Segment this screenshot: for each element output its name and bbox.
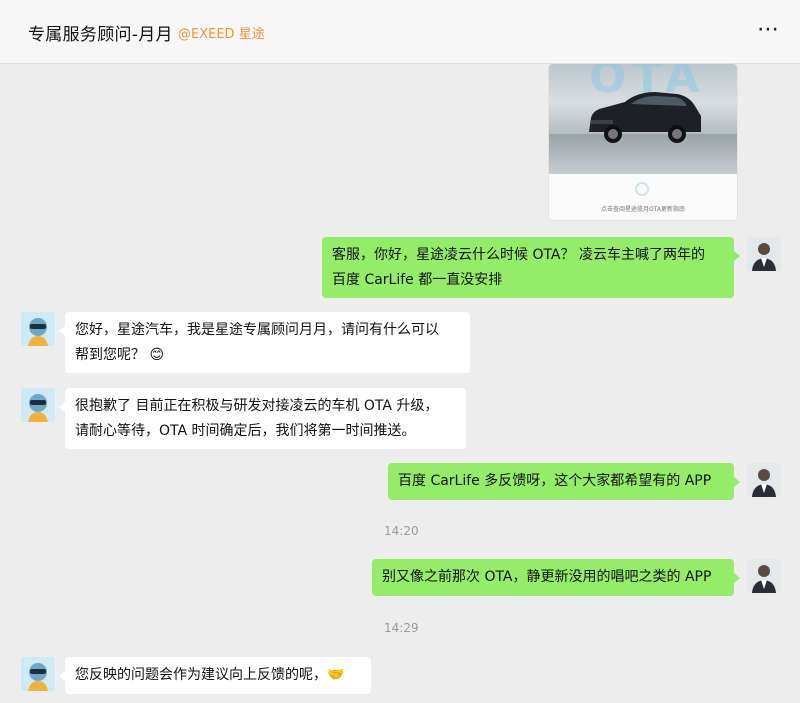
avatar[interactable] bbox=[747, 463, 781, 497]
message-line: 别又像之前那次 OTA，静更新没用的唱吧之类的 APP bbox=[382, 569, 712, 585]
image-message[interactable]: OTA 点击查阅星途揽月OTA更新指南 bbox=[549, 64, 737, 220]
smile-emoji-icon: 😊 bbox=[149, 347, 165, 363]
chat-header: 专属服务顾问-月月 @EXEED 星途 ⋯ bbox=[0, 0, 800, 64]
message-bubble[interactable]: 百度 CarLife 多反馈呀，这个大家都希望有的 APP bbox=[388, 463, 740, 500]
avatar[interactable] bbox=[21, 388, 55, 422]
message-line: 您好，星途汽车，我是星途专属顾问月月，请问有什么可以 bbox=[75, 322, 439, 338]
message-line: 很抱歉了 目前正在积极与研发对接凌云的车机 OTA 升级， bbox=[75, 398, 439, 414]
car-icon bbox=[589, 92, 701, 143]
timestamp: 14:29 bbox=[384, 621, 419, 635]
message-bubble[interactable]: 客服，你好，星途凌云什么时候 OTA？ 凌云车主喊了两年的 百度 CarLife… bbox=[322, 237, 740, 298]
company-tag[interactable]: @EXEED 星途 bbox=[178, 23, 265, 42]
message-list[interactable]: OTA 点击查阅星途揽月OTA更新指南 客服，你好，星途凌云什么时候 OTA？ … bbox=[0, 64, 800, 703]
more-icon[interactable]: ⋯ bbox=[757, 16, 780, 44]
image-footer bbox=[549, 174, 737, 220]
handshake-emoji-icon: 🤝 bbox=[327, 667, 345, 683]
bot-avatar-icon bbox=[21, 388, 55, 422]
message-line: 请耐心等待，OTA 时间确定后，我们将第一时间推送。 bbox=[75, 423, 416, 439]
message-bubble[interactable]: 别又像之前那次 OTA，静更新没用的唱吧之类的 APP bbox=[372, 559, 740, 596]
message-line-with-emoji: 帮到您呢？ 😊 bbox=[75, 343, 460, 368]
message-text: 帮到您呢？ bbox=[75, 347, 145, 363]
message-line: 百度 CarLife 都一直没安排 bbox=[332, 272, 503, 288]
user-avatar-icon bbox=[747, 463, 781, 497]
avatar[interactable] bbox=[747, 559, 781, 593]
message-line: 百度 CarLife 多反馈呀，这个大家都希望有的 APP bbox=[398, 473, 712, 489]
bot-avatar-icon bbox=[21, 657, 55, 691]
message-bubble[interactable]: 您反映的问题会作为建议向上反馈的呢，🤝 bbox=[59, 657, 371, 694]
message-bubble[interactable]: 很抱歉了 目前正在积极与研发对接凌云的车机 OTA 升级， 请耐心等待，OTA … bbox=[59, 388, 466, 449]
user-avatar-icon bbox=[747, 237, 781, 271]
message-line: 客服，你好，星途凌云什么时候 OTA？ 凌云车主喊了两年的 bbox=[332, 247, 705, 263]
image-caption: 点击查阅星途揽月OTA更新指南 bbox=[600, 206, 686, 213]
timestamp: 14:20 bbox=[384, 524, 419, 538]
message-line-with-emoji: 您反映的问题会作为建议向上反馈的呢，🤝 bbox=[75, 663, 361, 688]
bot-avatar-icon bbox=[21, 312, 55, 346]
message-bubble[interactable]: 您好，星途汽车，我是星途专属顾问月月，请问有什么可以 帮到您呢？ 😊 bbox=[59, 312, 470, 373]
avatar[interactable] bbox=[21, 312, 55, 346]
avatar[interactable] bbox=[21, 657, 55, 691]
avatar[interactable] bbox=[747, 237, 781, 271]
play-icon bbox=[635, 182, 649, 196]
chat-title: 专属服务顾问-月月 bbox=[28, 25, 173, 45]
message-text: 您反映的问题会作为建议向上反馈的呢， bbox=[75, 667, 327, 683]
user-avatar-icon bbox=[747, 559, 781, 593]
